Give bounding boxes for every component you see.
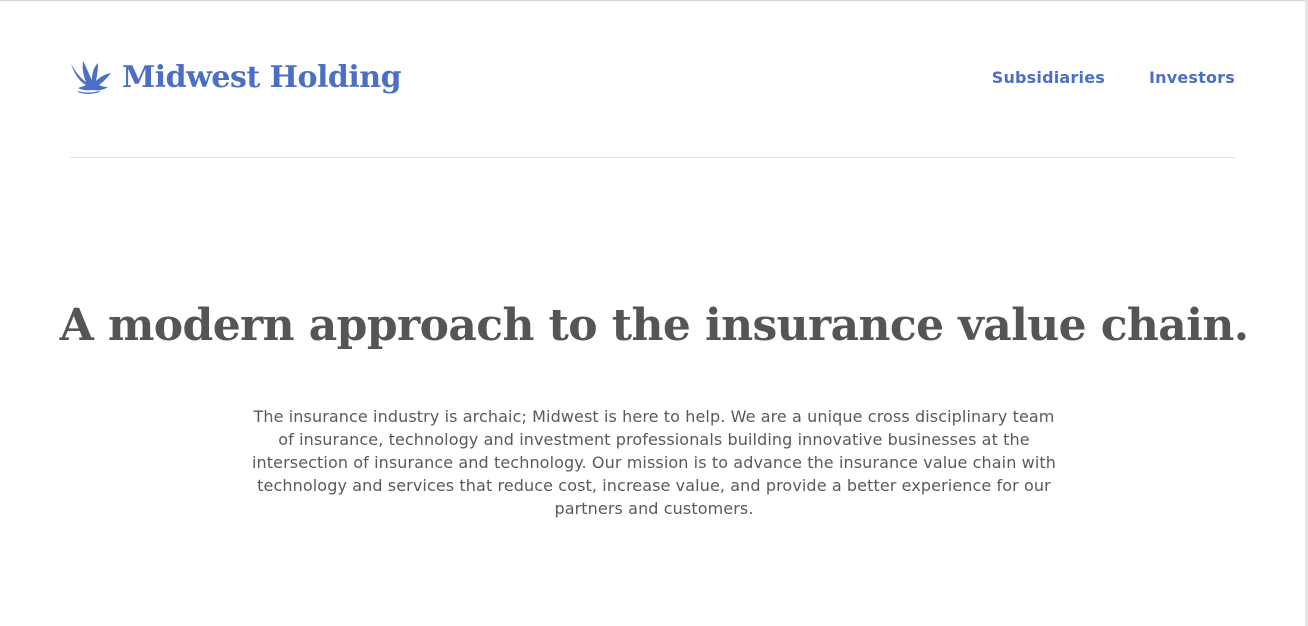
logo-text: Midwest Holding xyxy=(122,60,402,95)
top-border xyxy=(0,0,1308,1)
hero-description: The insurance industry is archaic; Midwe… xyxy=(251,407,1057,518)
logo-link[interactable]: Midwest Holding xyxy=(70,58,402,98)
hero-title: A modern approach to the insurance value… xyxy=(59,300,1249,351)
bird-logo-icon xyxy=(70,60,112,96)
nav-link-subsidiaries[interactable]: Subsidiaries xyxy=(992,68,1105,87)
main-nav: Subsidiaries Investors xyxy=(992,68,1235,87)
site-header: Midwest Holding Subsidiaries Investors xyxy=(70,56,1235,106)
header-divider xyxy=(70,157,1235,158)
nav-link-investors[interactable]: Investors xyxy=(1149,68,1235,87)
